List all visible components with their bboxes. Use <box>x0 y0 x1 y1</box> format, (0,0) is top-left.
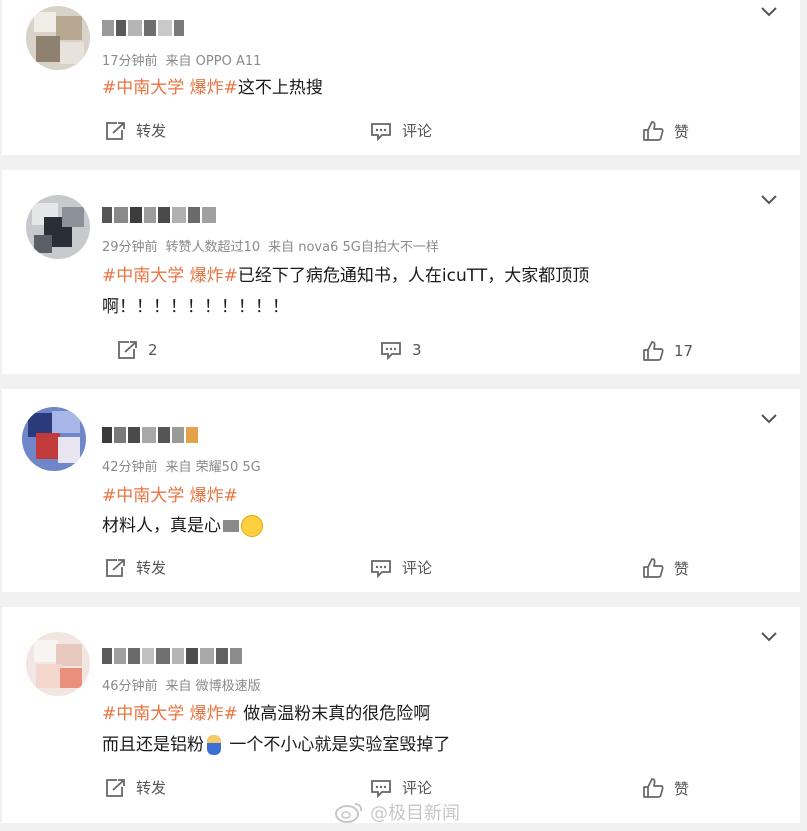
blurred-glyph <box>223 520 239 532</box>
avatar[interactable] <box>26 632 90 696</box>
username-blurred[interactable] <box>102 207 216 223</box>
post-time: 42分钟前 <box>102 460 158 475</box>
weibo-logo-icon <box>335 803 363 823</box>
like-icon <box>643 778 664 798</box>
comment-label: 评论 <box>402 559 433 577</box>
person-emoji-icon <box>207 735 221 755</box>
comment-label: 评论 <box>402 122 433 140</box>
repost-icon <box>106 778 125 797</box>
repost-label: 转发 <box>136 559 167 577</box>
like-icon <box>643 558 664 578</box>
post-text: #中南大学 爆炸# 做高温粉末真的很危险啊 <box>102 704 431 724</box>
watermark: @极目新闻 <box>334 799 460 825</box>
thinking-emoji-icon <box>241 515 263 537</box>
post-text-line2: 而且还是铝粉 一个不小心就是实验室毁掉了 <box>102 735 451 755</box>
chevron-down-icon[interactable] <box>760 413 778 425</box>
repost-button[interactable]: 转发 <box>104 120 166 141</box>
comment-icon <box>371 779 391 798</box>
post-meta: 46分钟前 来自 微博极速版 <box>102 675 261 694</box>
post-text: #中南大学 爆炸# <box>102 481 238 506</box>
like-button[interactable]: 赞 <box>642 557 689 579</box>
like-button[interactable]: 赞 <box>642 777 689 799</box>
post-source: 来自 OPPO A11 <box>165 54 262 69</box>
hashtag-link[interactable]: #中南大学 爆炸# <box>102 266 238 286</box>
like-button[interactable]: 17 <box>642 340 693 362</box>
username-blurred[interactable] <box>102 648 242 664</box>
like-icon <box>643 121 664 141</box>
repost-icon <box>106 558 125 577</box>
like-icon <box>643 341 664 361</box>
comment-button[interactable]: 评论 <box>370 120 432 141</box>
like-label: 赞 <box>674 559 690 578</box>
post-meta: 42分钟前 来自 荣耀50 5G <box>102 456 261 475</box>
repost-button[interactable]: 转发 <box>104 777 166 798</box>
post-card: 42分钟前 来自 荣耀50 5G #中南大学 爆炸# 材料人，真是心 转发 评论 … <box>2 389 800 592</box>
avatar[interactable] <box>22 407 86 471</box>
post-text: #中南大学 爆炸#这不上热搜 <box>102 78 323 98</box>
comment-icon <box>381 342 401 360</box>
post-card: 29分钟前 转赞人数超过10 来自 nova6 5G自拍大不一样 #中南大学 爆炸#… <box>2 170 800 374</box>
post-card: 17分钟前 来自 OPPO A11 #中南大学 爆炸#这不上热搜 转发 评论 赞 <box>2 0 800 155</box>
repost-button[interactable]: 转发 <box>104 557 166 578</box>
post-time: 17分钟前 <box>102 54 158 69</box>
post-text-line2: 材料人，真是心 <box>102 511 263 537</box>
post-meta: 29分钟前 转赞人数超过10 来自 nova6 5G自拍大不一样 <box>102 236 439 255</box>
repost-button[interactable]: 2 <box>116 340 158 360</box>
avatar[interactable] <box>26 6 90 70</box>
post-source: 来自 荣耀50 5G <box>165 460 261 475</box>
post-card: 46分钟前 来自 微博极速版 #中南大学 爆炸# 做高温粉末真的很危险啊 而且还是… <box>2 607 800 823</box>
post-popularity: 转赞人数超过10 <box>165 240 261 255</box>
chevron-down-icon[interactable] <box>760 6 778 18</box>
repost-icon <box>106 121 125 140</box>
username-blurred[interactable] <box>102 427 198 443</box>
hashtag-link[interactable]: #中南大学 爆炸# <box>102 78 238 98</box>
like-button[interactable]: 赞 <box>642 120 689 142</box>
like-count: 17 <box>674 342 694 360</box>
post-time: 46分钟前 <box>102 679 158 694</box>
avatar[interactable] <box>26 195 90 259</box>
comment-button[interactable]: 评论 <box>370 777 432 798</box>
username-blurred[interactable] <box>102 20 184 36</box>
post-text: #中南大学 爆炸#已经下了病危通知书，人在icuTT，大家都顶顶 <box>102 266 590 286</box>
post-time: 29分钟前 <box>102 240 158 255</box>
hashtag-link[interactable]: #中南大学 爆炸# <box>102 704 238 724</box>
comment-icon <box>371 122 391 141</box>
post-source: 来自 微博极速版 <box>165 679 261 694</box>
hashtag-link[interactable]: #中南大学 爆炸# <box>102 486 238 506</box>
post-source: 来自 nova6 5G自拍大不一样 <box>268 240 439 255</box>
comment-icon <box>371 559 391 578</box>
chevron-down-icon[interactable] <box>760 194 778 206</box>
comment-button[interactable]: 评论 <box>370 557 432 578</box>
post-text-line2: 啊！！！！！！！！！！ <box>102 297 289 317</box>
repost-label: 转发 <box>136 779 167 797</box>
like-label: 赞 <box>674 779 690 798</box>
comment-label: 评论 <box>402 779 433 797</box>
comment-button[interactable]: 3 <box>380 340 422 360</box>
comment-count: 3 <box>412 341 422 359</box>
post-meta: 17分钟前 来自 OPPO A11 <box>102 50 261 69</box>
repost-count: 2 <box>148 341 158 359</box>
repost-icon <box>118 341 137 359</box>
like-label: 赞 <box>674 122 690 141</box>
repost-label: 转发 <box>136 122 167 140</box>
chevron-down-icon[interactable] <box>760 631 778 643</box>
watermark-text: @极目新闻 <box>370 803 460 824</box>
